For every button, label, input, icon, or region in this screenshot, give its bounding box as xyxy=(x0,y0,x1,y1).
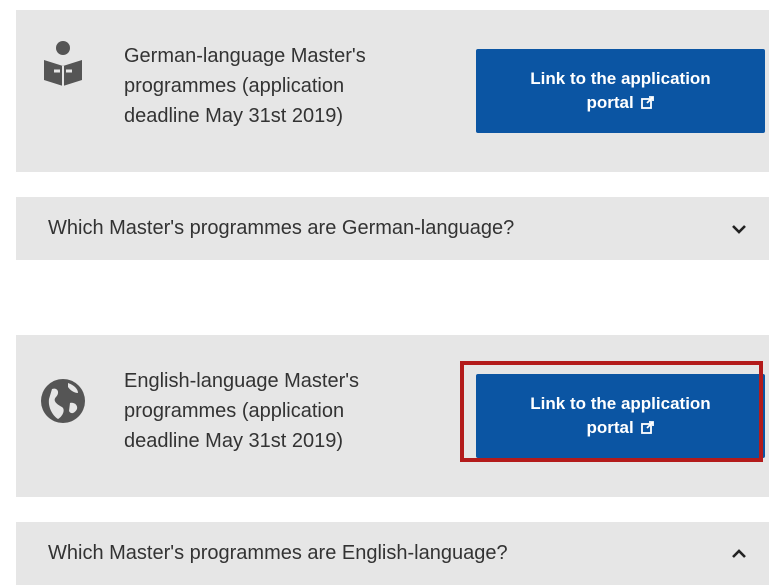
accordion-title: Which Master's programmes are English-la… xyxy=(48,542,508,564)
reader-person-icon xyxy=(44,41,82,86)
card-text-line: German-language Master's xyxy=(124,45,366,67)
card-text-line: English-language Master's xyxy=(124,370,360,392)
external-link-icon xyxy=(641,421,655,434)
application-portal-button[interactable]: Link to the application portal xyxy=(476,374,765,458)
application-portal-button[interactable]: Link to the application portal xyxy=(476,49,765,133)
card-text-line: programmes (application xyxy=(124,75,345,97)
german-programmes-card: German-language Master's programmes (app… xyxy=(16,10,769,172)
button-label-line2: portal xyxy=(586,418,634,437)
card-text-line: programmes (application xyxy=(124,400,345,422)
accordion-title: Which Master's programmes are German-lan… xyxy=(48,217,515,239)
card-text-line: deadline May 31st 2019) xyxy=(124,430,344,452)
card-text-line: deadline May 31st 2019) xyxy=(124,105,344,127)
card-description: English-language Master's programmes (ap… xyxy=(124,366,424,456)
chevron-up-icon xyxy=(732,549,746,558)
page: German-language Master's programmes (app… xyxy=(0,0,769,585)
chevron-down-icon xyxy=(732,225,746,234)
button-label-line2: portal xyxy=(586,93,634,112)
external-link-icon xyxy=(641,96,655,109)
german-programmes-accordion[interactable]: Which Master's programmes are German-lan… xyxy=(16,197,769,260)
button-label: Link to the application xyxy=(530,394,711,413)
card-description: German-language Master's programmes (app… xyxy=(124,41,424,131)
english-programmes-accordion[interactable]: Which Master's programmes are English-la… xyxy=(16,522,769,585)
button-label: Link to the application xyxy=(530,69,711,88)
globe-icon xyxy=(41,379,85,423)
english-programmes-card: English-language Master's programmes (ap… xyxy=(16,335,769,497)
